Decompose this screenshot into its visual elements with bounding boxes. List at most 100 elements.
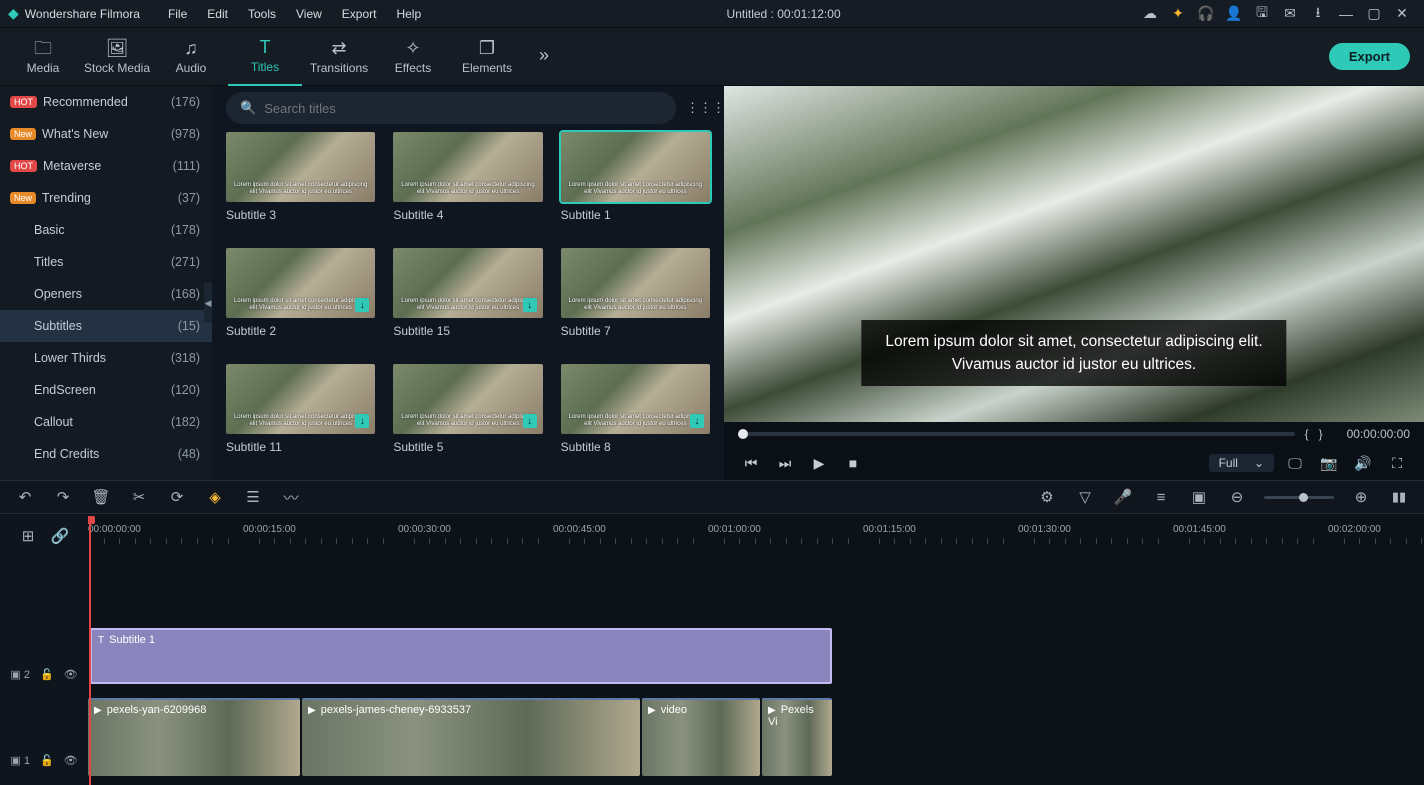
title-thumbnail[interactable]: Lorem ipsum dolor sit amet consectetur a… bbox=[226, 132, 375, 234]
category-item[interactable]: Callout(182) bbox=[0, 406, 212, 438]
category-item[interactable]: Lower Thirds(318) bbox=[0, 342, 212, 374]
volume-icon[interactable]: 🔊 bbox=[1350, 455, 1376, 472]
new-badge: New bbox=[10, 192, 36, 204]
next-frame-button[interactable]: ⏭ bbox=[772, 455, 798, 472]
zoom-out-button[interactable]: ⊖ bbox=[1226, 488, 1248, 506]
category-name: Metaverse bbox=[43, 159, 101, 173]
lock-icon[interactable]: 🔓 bbox=[40, 754, 54, 767]
download-arrow-icon: ↓ bbox=[523, 298, 537, 312]
lock-icon[interactable]: 🔓 bbox=[40, 668, 54, 681]
idea-icon[interactable]: ✦ bbox=[1164, 5, 1192, 22]
menu-export[interactable]: Export bbox=[332, 7, 387, 21]
tab-titles[interactable]: TTitles bbox=[228, 28, 302, 86]
category-item[interactable]: End Credits(48) bbox=[0, 438, 212, 470]
video-clip[interactable]: ▶pexels-yan-6209968 bbox=[88, 698, 300, 776]
tab-media[interactable]: 🗀Media bbox=[6, 28, 80, 86]
title-thumbnail[interactable]: Lorem ipsum dolor sit amet consectetur a… bbox=[561, 248, 710, 350]
marker-button[interactable]: ▽ bbox=[1074, 488, 1096, 506]
menu-help[interactable]: Help bbox=[386, 7, 431, 21]
tab-effects[interactable]: ✧Effects bbox=[376, 28, 450, 86]
mark-out-brace[interactable]: } bbox=[1319, 427, 1323, 441]
tab-audio[interactable]: ♫Audio bbox=[154, 28, 228, 86]
delete-button[interactable]: 🗑 bbox=[90, 488, 112, 506]
quality-select[interactable]: Full⌄ bbox=[1209, 454, 1274, 472]
mail-icon[interactable]: ✉ bbox=[1276, 5, 1304, 22]
tab-transitions[interactable]: ⇄Transitions bbox=[302, 28, 376, 86]
audio-wave-button[interactable]: 〰 bbox=[280, 487, 302, 508]
cloud-icon[interactable]: ☁ bbox=[1136, 5, 1164, 22]
fullscreen-icon[interactable]: ⛶ bbox=[1384, 455, 1410, 472]
stop-button[interactable]: ■ bbox=[840, 455, 866, 471]
title-thumbnail[interactable]: Lorem ipsum dolor sit amet consectetur a… bbox=[561, 364, 710, 466]
category-item[interactable]: Basic(178) bbox=[0, 214, 212, 246]
speed-button[interactable]: ⟳ bbox=[166, 488, 188, 506]
add-track-button[interactable]: ⊞ bbox=[17, 527, 39, 545]
category-item[interactable]: HOTMetaverse(111) bbox=[0, 150, 212, 182]
undo-button[interactable]: ↶ bbox=[14, 488, 36, 506]
seek-bar[interactable] bbox=[738, 432, 1295, 436]
video-clip-icon: ▶ bbox=[94, 705, 102, 716]
cut-button[interactable]: ✂ bbox=[128, 488, 150, 506]
keyframe-button[interactable]: ◈ bbox=[204, 488, 226, 506]
video-clip[interactable]: ▶video bbox=[642, 698, 760, 776]
snapshot-icon[interactable]: 📷 bbox=[1316, 455, 1342, 472]
window-minimize[interactable]: — bbox=[1332, 6, 1360, 22]
category-item[interactable]: NewTrending(37) bbox=[0, 182, 212, 214]
preview-viewport[interactable]: Lorem ipsum dolor sit amet, consectetur … bbox=[724, 86, 1424, 422]
title-thumbnail[interactable]: Lorem ipsum dolor sit amet consectetur a… bbox=[393, 364, 542, 466]
visibility-icon[interactable]: 👁 bbox=[64, 668, 78, 681]
category-item[interactable]: Openers(168) bbox=[0, 278, 212, 310]
crop-button[interactable]: ▣ bbox=[1188, 488, 1210, 506]
category-item[interactable]: NewWhat's New(978) bbox=[0, 118, 212, 150]
prev-frame-button[interactable]: ⏮ bbox=[738, 455, 764, 472]
search-input[interactable] bbox=[264, 101, 662, 116]
account-icon[interactable]: 👤 bbox=[1220, 5, 1248, 22]
category-item[interactable]: HOTRecommended(176) bbox=[0, 86, 212, 118]
title-clip[interactable]: TSubtitle 1 bbox=[90, 628, 832, 684]
mixer-button[interactable]: ≡ bbox=[1150, 489, 1172, 506]
title-thumbnail[interactable]: Lorem ipsum dolor sit amet consectetur a… bbox=[226, 248, 375, 350]
menu-file[interactable]: File bbox=[158, 7, 197, 21]
save-icon[interactable]: 🖫 bbox=[1248, 2, 1276, 26]
record-button[interactable]: 🎤 bbox=[1112, 488, 1134, 506]
play-button[interactable]: ▶ bbox=[806, 455, 832, 472]
search-icon: 🔍 bbox=[240, 100, 256, 116]
playhead[interactable] bbox=[89, 520, 91, 785]
new-badge: New bbox=[10, 128, 36, 140]
category-item[interactable]: Titles(271) bbox=[0, 246, 212, 278]
tab-more[interactable]: » bbox=[524, 28, 564, 86]
adjust-button[interactable]: ☰ bbox=[242, 488, 264, 506]
search-box[interactable]: 🔍 bbox=[226, 92, 676, 124]
title-thumbnail[interactable]: Lorem ipsum dolor sit amet consectetur a… bbox=[393, 248, 542, 350]
mark-in-brace[interactable]: { bbox=[1305, 427, 1309, 441]
export-button[interactable]: Export bbox=[1329, 43, 1410, 70]
headset-icon[interactable]: 🎧 bbox=[1192, 5, 1220, 22]
category-item[interactable]: EndScreen(120) bbox=[0, 374, 212, 406]
tab-elements[interactable]: ❐Elements bbox=[450, 28, 524, 86]
monitor-icon[interactable]: 🖵 bbox=[1282, 455, 1308, 472]
link-button[interactable]: 🔗 bbox=[49, 527, 71, 545]
category-item[interactable]: Subtitles(15) bbox=[0, 310, 212, 342]
download-icon[interactable]: ⭳ bbox=[1304, 2, 1332, 26]
visibility-icon[interactable]: 👁 bbox=[64, 754, 78, 767]
window-maximize[interactable]: ▢ bbox=[1360, 5, 1388, 22]
title-thumbnail[interactable]: Lorem ipsum dolor sit amet consectetur a… bbox=[393, 132, 542, 234]
category-name: Subtitles bbox=[34, 319, 82, 333]
zoom-slider[interactable] bbox=[1264, 496, 1334, 499]
grid-view-icon[interactable]: ⋮⋮⋮ bbox=[686, 100, 710, 116]
thumbnail-label: Subtitle 3 bbox=[226, 208, 375, 222]
video-clip[interactable]: ▶pexels-james-cheney-6933537 bbox=[302, 698, 640, 776]
menu-view[interactable]: View bbox=[286, 7, 332, 21]
collapse-sidebar-button[interactable]: ◀ bbox=[204, 283, 212, 323]
menu-edit[interactable]: Edit bbox=[197, 7, 238, 21]
title-thumbnail[interactable]: Lorem ipsum dolor sit amet consectetur a… bbox=[561, 132, 710, 234]
tab-stock-media[interactable]: 🖼Stock Media bbox=[80, 28, 154, 86]
menu-tools[interactable]: Tools bbox=[238, 7, 286, 21]
layout-toggle[interactable]: ▮▮ bbox=[1388, 489, 1410, 505]
zoom-in-button[interactable]: ⊕ bbox=[1350, 488, 1372, 506]
video-clip[interactable]: ▶Pexels Vi bbox=[762, 698, 832, 776]
redo-button[interactable]: ↷ bbox=[52, 488, 74, 506]
color-button[interactable]: ⚙ bbox=[1036, 488, 1058, 506]
window-close[interactable]: ✕ bbox=[1388, 5, 1416, 22]
title-thumbnail[interactable]: Lorem ipsum dolor sit amet consectetur a… bbox=[226, 364, 375, 466]
